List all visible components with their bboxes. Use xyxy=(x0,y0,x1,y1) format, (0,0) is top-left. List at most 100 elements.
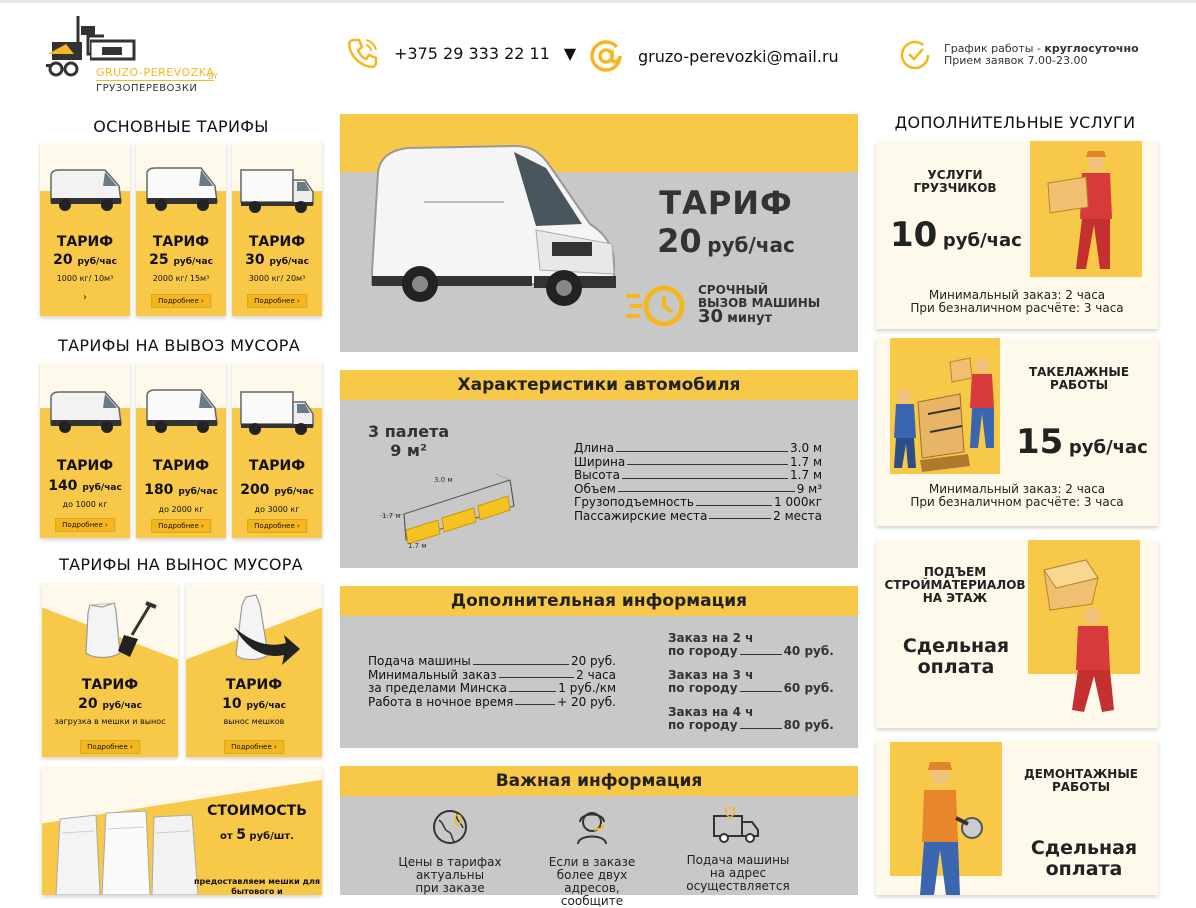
info-row: Минимальный заказ 2 часа xyxy=(368,667,616,682)
order-row: Заказ на 3 ч по городу 60 руб. xyxy=(668,668,834,695)
card-title: ТАРИФ xyxy=(248,458,306,474)
important-panel: Важная информация Цены в тарифах актуальн… xyxy=(340,766,858,908)
card-spec: вынос мешков xyxy=(223,717,285,726)
sack-shovel-icon xyxy=(85,601,157,659)
card-spec: 3000 кг/ 20м³ xyxy=(248,274,306,283)
order-row: Заказ на 2 ч по городу 40 руб. xyxy=(668,631,834,658)
extra-info-list: Подача машины 20 руб. Минимальный заказ 2 … xyxy=(368,654,616,709)
tariff-card-2[interactable]: ТАРИФ 25 руб/час 2000 кг/ 15м³ Подробнее… xyxy=(136,142,226,316)
pallet-info: 3 палета 9 м² xyxy=(368,422,450,460)
phone-number[interactable]: +375 29 333 22 11 xyxy=(394,44,550,63)
header-email[interactable]: gruzo-perevozki@mail.ru xyxy=(588,38,839,74)
card-more-button[interactable]: Подробнее › xyxy=(247,294,307,308)
info-row: за пределами Минска 1 руб./км xyxy=(368,681,616,695)
bags-title: СТОИМОСТЬ xyxy=(207,803,307,819)
sacks-icon xyxy=(55,810,199,895)
service-rigging[interactable]: ТАКЕЛАЖНЫЕ РАБОТЫ 15 руб/час Минимальный … xyxy=(876,338,1158,526)
phone-icon xyxy=(347,38,378,69)
box-truck-icon xyxy=(240,391,314,435)
tariff-card-3[interactable]: ТАРИФ 30 руб/час 3000 кг/ 20м³ Подробнее… xyxy=(232,142,322,316)
service-price: 15 руб/час xyxy=(1016,422,1148,462)
service-label: ДЕМОНТАЖНЫЕ РАБОТЫ xyxy=(1024,767,1138,794)
demolition-worker-icon xyxy=(920,762,983,895)
card-more-button[interactable]: Подробнее › xyxy=(247,519,307,533)
rigging-workers-icon xyxy=(894,357,994,472)
info-row: Подача машины 20 руб. xyxy=(368,654,616,668)
card-more-button[interactable]: › xyxy=(40,292,130,303)
removal-card-1[interactable]: ТАРИФ 20 руб/час загрузка в мешки и выно… xyxy=(42,583,178,757)
operator-headset-icon xyxy=(577,812,607,845)
loader-worker-icon xyxy=(1047,151,1112,269)
spec-row: Объем 9 м³ xyxy=(574,481,822,496)
bags-note: предоставляем мешки для бытового и xyxy=(194,877,320,895)
card-price: 180 руб/час xyxy=(144,482,218,498)
bags-price: от 5 руб/шт. xyxy=(220,827,294,843)
van-icon xyxy=(50,391,122,433)
clock-icon xyxy=(900,40,930,70)
box-truck-icon xyxy=(240,169,314,213)
service-label: ПОДЪЕМ СТРОЙМАТЕРИАЛОВ НА ЭТАЖ xyxy=(884,565,1026,605)
garbage-card-1[interactable]: ТАРИФ 140 руб/час до 1000 кг Подробнее › xyxy=(40,362,130,538)
logo[interactable]: GRUZO-PEREVOZKA BY ГРУЗОПЕРЕВОЗКИ xyxy=(44,14,234,98)
service-demolition[interactable]: ДЕМОНТАЖНЫЕ РАБОТЫ Сдельная оплата xyxy=(876,740,1158,895)
card-price: 25 руб/час xyxy=(149,252,213,268)
basic-tariffs-title: ОСНОВНЫЕ ТАРИФЫ xyxy=(93,117,269,136)
card-title: ТАРИФ xyxy=(56,234,114,250)
iveco-van-image xyxy=(371,144,616,306)
schedule-line2: Прием заявок 7.00-23.00 xyxy=(944,54,1088,67)
order-row: Заказ на 4 ч по городу 80 руб. xyxy=(668,705,834,732)
dim-length: 3.0 м xyxy=(434,476,453,484)
card-title: ТАРИФ xyxy=(225,677,283,693)
important-title: Важная информация xyxy=(340,766,858,796)
phone-dropdown-icon[interactable]: ▼ xyxy=(564,44,576,63)
delivery-truck-icon xyxy=(713,807,759,843)
card-title: ТАРИФ xyxy=(152,458,210,474)
bags-card[interactable]: СТОИМОСТЬ от 5 руб/шт. предоставляем меш… xyxy=(42,767,322,895)
service-loaders[interactable]: УСЛУГИ ГРУЗЧИКОВ 10 руб/час Минимальный з… xyxy=(876,141,1158,329)
main-tariff-title: ТАРИФ xyxy=(659,184,793,222)
service-price: 10 руб/час xyxy=(890,215,1022,255)
urgent-call: СРОЧНЫЙ ВЫЗОВ МАШИНЫ 30 минут xyxy=(698,283,821,327)
card-title: ТАРИФ xyxy=(248,234,306,250)
van-icon xyxy=(146,167,218,211)
card-more-button[interactable]: Подробнее › xyxy=(55,518,115,532)
email-address[interactable]: gruzo-perevozki@mail.ru xyxy=(638,47,839,66)
dim-height: 1.7 м xyxy=(382,512,401,520)
card-more-button[interactable]: Подробнее › xyxy=(224,740,284,754)
card-title: ТАРИФ xyxy=(152,234,210,250)
card-more-button[interactable]: Подробнее › xyxy=(80,740,140,754)
service-min-order: Минимальный заказ: 2 часа При безналичном… xyxy=(910,482,1124,509)
specs-title: Характеристики автомобиля xyxy=(340,370,858,400)
card-spec: 2000 кг/ 15м³ xyxy=(152,274,210,283)
card-spec: до 2000 кг xyxy=(158,505,204,514)
garbage-card-2[interactable]: ТАРИФ 180 руб/час до 2000 кг Подробнее › xyxy=(136,362,226,538)
tariff-card-1[interactable]: ТАРИФ 20 руб/час 1000 кг/ 10м³ › xyxy=(40,142,130,316)
specs-panel: Характеристики автомобиля 3 палета 9 м² … xyxy=(340,370,858,568)
card-price: 10 руб/час xyxy=(222,696,286,712)
garbage-card-3[interactable]: ТАРИФ 200 руб/час до 3000 кг Подробнее › xyxy=(232,362,322,538)
at-sign-icon xyxy=(590,40,622,72)
important-item-3: Подача машины на адрес осуществляется xyxy=(686,853,790,893)
card-more-button[interactable]: Подробнее › xyxy=(151,519,211,533)
removal-card-2[interactable]: ТАРИФ 10 руб/час вынос мешков Подробнее … xyxy=(186,583,322,757)
service-lift[interactable]: ПОДЪЕМ СТРОЙМАТЕРИАЛОВ НА ЭТАЖ Сдельная опл… xyxy=(876,540,1158,728)
specs-list: Длина 3.0 м Ширина 1.7 м Высота 1.7 м Объем… xyxy=(574,441,822,523)
card-price: 30 руб/час xyxy=(245,252,309,268)
service-price: Сдельная оплата xyxy=(1030,837,1138,880)
card-title: ТАРИФ xyxy=(56,458,114,474)
logo-text: GRUZO-PEREVOZKA xyxy=(96,66,215,81)
garbage-tariffs-title: ТАРИФЫ НА ВЫВОЗ МУСОРА xyxy=(58,336,300,355)
main-tariff-price: 20 руб/час xyxy=(657,222,795,260)
service-label: УСЛУГИ ГРУЗЧИКОВ xyxy=(913,168,997,195)
spec-row: Высота 1.7 м xyxy=(574,468,822,482)
important-item-1: Цены в тарифах актуальны при заказе xyxy=(398,855,502,895)
fast-clock-icon xyxy=(626,285,685,327)
logo-by: BY xyxy=(208,72,218,81)
spec-row: Ширина 1.7 м xyxy=(574,454,822,469)
card-price: 140 руб/час xyxy=(48,478,122,494)
info-row: Работа в ночное время + 20 руб. xyxy=(368,694,616,709)
card-spec: загрузка в мешки и вынос xyxy=(54,717,166,726)
header-phone[interactable]: +375 29 333 22 11 ▼ xyxy=(346,36,576,70)
card-more-button[interactable]: Подробнее › xyxy=(151,294,211,308)
main-tariff-panel: ТАРИФ 20 руб/час СРОЧНЫЙ ВЫЗОВ МАШИНЫ 30… xyxy=(340,114,858,352)
